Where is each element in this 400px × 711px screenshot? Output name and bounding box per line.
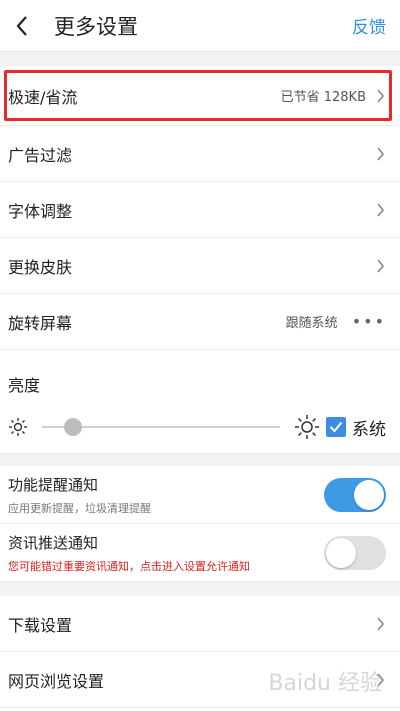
speed-saving-value: 已节省 128KB bbox=[280, 90, 366, 105]
news-push-item[interactable]: 资讯推送通知 您可能错过重要资讯通知，点击进入设置允许通知 bbox=[0, 524, 400, 582]
chevron-left-icon bbox=[16, 15, 27, 36]
change-skin-item[interactable]: 更换皮肤 bbox=[0, 238, 400, 294]
brightness-slider-thumb[interactable] bbox=[64, 418, 82, 436]
chevron-right-icon bbox=[374, 88, 386, 104]
brightness-high-icon bbox=[295, 415, 319, 439]
watermark: Baidu 经验 bbox=[268, 671, 382, 696]
system-brightness-checkbox[interactable] bbox=[326, 417, 346, 437]
chevron-right-icon bbox=[374, 146, 386, 162]
news-push-warning: 您可能错过重要资讯通知，点击进入设置允许通知 bbox=[8, 559, 250, 573]
feature-notification-toggle[interactable] bbox=[324, 477, 386, 512]
section-gap bbox=[0, 454, 400, 466]
brightness-label: 亮度 bbox=[8, 376, 41, 395]
brightness-slider[interactable] bbox=[42, 418, 280, 436]
news-push-title: 资讯推送通知 bbox=[8, 533, 99, 552]
feature-notification-title: 功能提醒通知 bbox=[8, 475, 99, 494]
brightness-low-icon bbox=[9, 418, 27, 436]
check-icon bbox=[329, 421, 343, 433]
page-title: 更多设置 bbox=[54, 14, 138, 39]
font-adjust-label: 字体调整 bbox=[8, 201, 73, 221]
chevron-right-icon bbox=[374, 202, 386, 218]
more-dots-icon[interactable]: ••• bbox=[352, 312, 386, 331]
ad-filter-label: 广告过滤 bbox=[8, 145, 73, 165]
download-settings-label: 下载设置 bbox=[8, 615, 73, 635]
feature-notification-item[interactable]: 功能提醒通知 应用更新提醒，垃圾清理提醒 bbox=[0, 466, 400, 524]
font-adjust-item[interactable]: 字体调整 bbox=[0, 182, 400, 238]
speed-saving-item[interactable]: 极速/省流 已节省 128KB bbox=[0, 66, 400, 126]
feedback-button[interactable]: 反馈 bbox=[352, 13, 386, 38]
brightness-section: 亮度 系统 bbox=[0, 350, 400, 454]
speed-saving-label: 极速/省流 bbox=[8, 87, 78, 107]
news-push-toggle[interactable] bbox=[324, 535, 386, 570]
change-skin-label: 更换皮肤 bbox=[8, 257, 73, 277]
download-settings-item[interactable]: 下载设置 bbox=[0, 596, 400, 652]
rotate-screen-label: 旋转屏幕 bbox=[8, 313, 73, 333]
section-gap bbox=[0, 582, 400, 596]
section-gap bbox=[0, 52, 400, 66]
feature-notification-subtitle: 应用更新提醒，垃圾清理提醒 bbox=[8, 501, 151, 515]
rotate-screen-item[interactable]: 旋转屏幕 跟随系统 ••• bbox=[0, 294, 400, 350]
system-brightness-label: 系统 bbox=[352, 419, 386, 440]
chevron-right-icon bbox=[374, 616, 386, 632]
rotate-screen-value: 跟随系统 bbox=[285, 316, 338, 331]
back-button[interactable] bbox=[10, 11, 34, 41]
ad-filter-item[interactable]: 广告过滤 bbox=[0, 126, 400, 182]
chevron-right-icon bbox=[374, 258, 386, 274]
header-bar: 更多设置 反馈 bbox=[0, 0, 400, 52]
